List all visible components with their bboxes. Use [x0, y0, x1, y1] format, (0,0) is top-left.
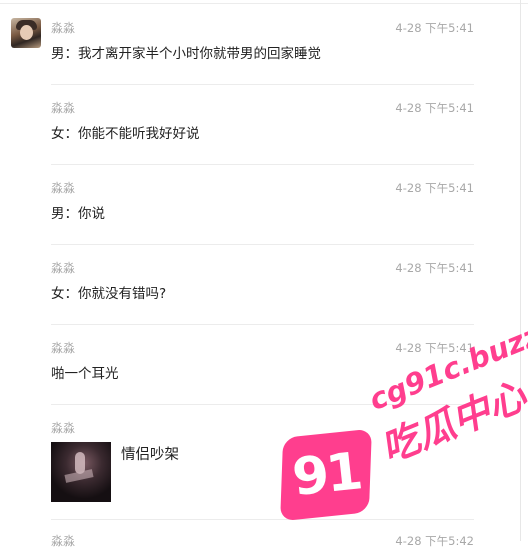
comment-text: 女：你就没有错吗? — [51, 286, 167, 302]
comment-divider — [51, 244, 474, 245]
avatar[interactable] — [11, 18, 41, 48]
thumbnail-figure — [64, 469, 94, 483]
comment-time: 4-28 下午5:41 — [395, 21, 474, 35]
comment-time: 4-28 下午5:41 — [395, 181, 474, 195]
top-divider — [0, 3, 528, 4]
comment-author[interactable]: 淼淼 — [51, 261, 75, 275]
scroll-edge — [520, 0, 521, 541]
comment-divider — [51, 324, 474, 325]
comment-text: 男：你说 — [51, 206, 105, 222]
comment-author[interactable]: 淼淼 — [51, 101, 75, 115]
comment-author[interactable]: 淼淼 — [51, 21, 75, 35]
watermark-number: 91 — [289, 442, 363, 508]
avatar-face — [20, 25, 33, 40]
comment-time: 4-28 下午5:41 — [395, 261, 474, 275]
watermark-logo: 91 — [280, 428, 372, 522]
comment-divider — [51, 84, 474, 85]
comment-author[interactable]: 淼淼 — [51, 341, 75, 355]
card-title[interactable]: 情侣吵架 — [121, 443, 179, 464]
comment-text: 啪一个耳光 — [51, 366, 119, 382]
comment-time: 4-28 下午5:42 — [395, 534, 474, 548]
video-thumbnail[interactable] — [51, 442, 111, 502]
comment-text: 男：我才离开家半个小时你就带男的回家睡觉 — [51, 46, 321, 62]
comment-divider — [51, 164, 474, 165]
comment-divider — [51, 519, 474, 520]
comment-author[interactable]: 淼淼 — [51, 181, 75, 195]
comment-author[interactable]: 淼淼 — [51, 534, 75, 548]
comment-time: 4-28 下午5:41 — [395, 101, 474, 115]
comment-author[interactable]: 淼淼 — [51, 421, 75, 435]
comment-text: 女：你能不能听我好好说 — [51, 126, 200, 142]
